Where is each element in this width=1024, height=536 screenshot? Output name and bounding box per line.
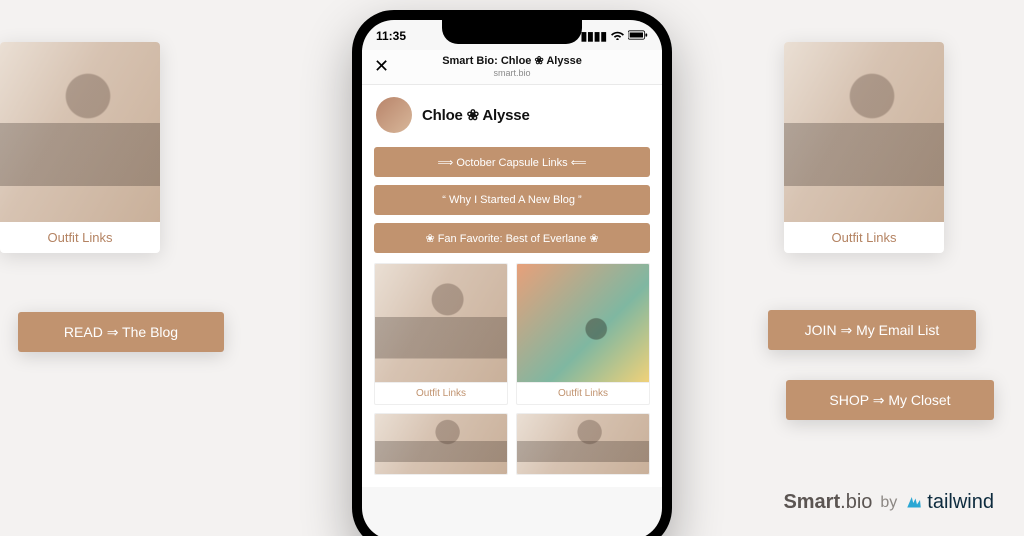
grid-photo [517,264,649,382]
profile-row: Chloe ❀ Alysse [362,85,662,143]
link-buttons: ⟹ October Capsule Links ⟸ “ Why I Starte… [362,143,662,263]
outfit-card-right[interactable]: Outfit Links [784,42,944,253]
post-grid: Outfit Links Outfit Links [362,263,662,487]
grid-photo [375,264,507,382]
phone-mockup: 11:35 ▮▮▮▮ ✕ Smart Bio: Chloe ❀ Alysse s… [352,10,672,536]
grid-item[interactable] [374,413,508,475]
tailwind-logo: tailwind [905,491,994,514]
grid-item[interactable] [516,413,650,475]
read-blog-button[interactable]: READ ⇒ The Blog [18,312,224,352]
link-button[interactable]: “ Why I Started A New Blog ” [374,185,650,215]
outfit-card-left[interactable]: Outfit Links [0,42,160,253]
avatar[interactable] [376,97,412,133]
status-time: 11:35 [376,29,406,43]
card-caption: Outfit Links [0,222,160,253]
grid-item[interactable]: Outfit Links [374,263,508,405]
shop-closet-button[interactable]: SHOP ⇒ My Closet [786,380,994,420]
link-button[interactable]: ⟹ October Capsule Links ⟸ [374,147,650,177]
page-domain: smart.bio [394,68,630,78]
grid-caption: Outfit Links [517,382,649,404]
outfit-photo [784,42,944,222]
smartbio-logo: Smart.bio [783,491,872,514]
webview-header: ✕ Smart Bio: Chloe ❀ Alysse smart.bio [362,50,662,85]
signal-icon: ▮▮▮▮ [581,29,607,43]
by-label: by [880,494,897,512]
grid-item[interactable]: Outfit Links [516,263,650,405]
close-icon[interactable]: ✕ [374,56,394,77]
brand-wordmark: Smart.bio by tailwind [783,491,994,514]
phone-notch [442,20,582,44]
wifi-icon [611,29,624,43]
grid-photo [517,414,649,474]
page-title: Smart Bio: Chloe ❀ Alysse [394,54,630,67]
battery-icon [628,29,648,43]
outfit-photo [0,42,160,222]
link-button[interactable]: ❀ Fan Favorite: Best of Everlane ❀ [374,223,650,253]
grid-caption: Outfit Links [375,382,507,404]
join-email-button[interactable]: JOIN ⇒ My Email List [768,310,976,350]
grid-photo [375,414,507,474]
card-caption: Outfit Links [784,222,944,253]
tailwind-icon [905,494,923,512]
username: Chloe ❀ Alysse [422,106,530,124]
